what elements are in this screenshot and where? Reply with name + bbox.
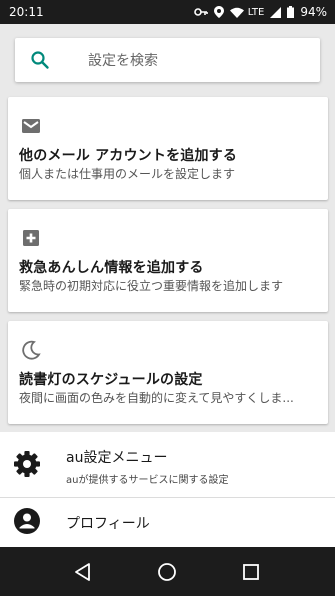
suggestion-card-email[interactable]: 他のメール アカウントを追加する 個人または仕事用のメールを設定します bbox=[8, 97, 328, 200]
search-icon bbox=[31, 51, 49, 69]
medical-plus-icon bbox=[23, 230, 39, 246]
key-icon bbox=[193, 8, 208, 16]
card-title: 他のメール アカウントを追加する bbox=[19, 148, 238, 164]
status-icons: LTE 94% bbox=[193, 5, 327, 19]
list-item-title: au設定メニュー bbox=[66, 450, 168, 466]
moon-icon bbox=[22, 340, 41, 360]
battery-icon bbox=[287, 6, 295, 18]
card-subtitle: 個人または仕事用のメールを設定します bbox=[19, 167, 236, 181]
wifi-icon bbox=[229, 7, 244, 18]
search-bar[interactable]: 設定を検索 bbox=[15, 38, 320, 82]
suggestion-card-emergency-info[interactable]: 救急あんしん情報を追加する 緊急時の初期対応に役立つ重要情報を追加します bbox=[8, 209, 328, 312]
card-title: 救急あんしん情報を追加する bbox=[19, 260, 204, 276]
search-placeholder: 設定を検索 bbox=[88, 53, 158, 69]
location-icon bbox=[213, 6, 224, 18]
signal-icon bbox=[270, 6, 282, 18]
battery-level: 94% bbox=[300, 5, 327, 19]
back-button[interactable] bbox=[70, 559, 96, 585]
settings-main: 設定を検索 他のメール アカウントを追加する 個人または仕事用のメールを設定しま… bbox=[0, 24, 335, 432]
home-button[interactable] bbox=[154, 559, 180, 585]
status-bar: 20:11 LTE 94% bbox=[0, 0, 335, 24]
mail-icon bbox=[22, 119, 40, 133]
list-item-title: プロフィール bbox=[66, 516, 150, 532]
list-item-profile[interactable]: プロフィール bbox=[0, 498, 335, 547]
recents-button[interactable] bbox=[238, 559, 264, 585]
card-title: 読書灯のスケジュールの設定 bbox=[19, 372, 203, 388]
navigation-bar bbox=[0, 547, 335, 596]
account-icon bbox=[14, 508, 40, 534]
list-item-subtitle: auが提供するサービスに関する設定 bbox=[66, 475, 229, 486]
card-subtitle: 夜間に画面の色みを自動的に変えて見やすくしま... bbox=[19, 391, 294, 405]
status-time: 20:11 bbox=[9, 5, 44, 19]
card-subtitle: 緊急時の初期対応に役立つ重要情報を追加します bbox=[19, 279, 284, 293]
suggestion-card-night-light[interactable]: 読書灯のスケジュールの設定 夜間に画面の色みを自動的に変えて見やすくしま... bbox=[8, 321, 328, 424]
network-type: LTE bbox=[247, 6, 265, 18]
settings-list: au設定メニュー auが提供するサービスに関する設定 プロフィール bbox=[0, 432, 335, 547]
list-item-au-settings[interactable]: au設定メニュー auが提供するサービスに関する設定 bbox=[0, 432, 335, 497]
gear-icon bbox=[14, 451, 40, 477]
